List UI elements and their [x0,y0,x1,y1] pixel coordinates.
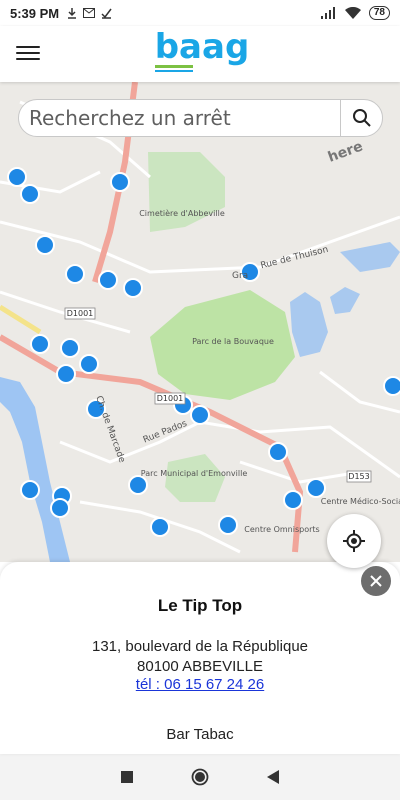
battery-indicator: 78 [368,6,390,20]
search-input[interactable] [19,100,340,136]
download-icon [68,7,77,19]
here-logo: here [326,138,365,165]
stop-name: Le Tip Top [157,596,243,615]
system-nav-bar [0,754,400,800]
check-icon [101,8,112,19]
close-icon [370,575,382,587]
notification-icons [67,7,112,19]
baag-logo: baag [155,28,250,72]
back-button[interactable] [263,767,283,787]
address-line-2: 80100 ABBEVILLE [137,658,263,675]
map-view[interactable]: Cimetière d'Abbeville Parc de la Bouvaqu… [0,82,400,562]
square-icon [120,771,133,783]
phone-link[interactable]: tél : 06 15 67 24 26 [0,676,400,693]
app-header: baag [0,26,400,82]
signal-icon [320,7,335,19]
close-button[interactable] [361,566,391,596]
stop-details-card: Le Tip Top 131, boulevard de la Républiq… [0,562,400,754]
map-canvas: Cimetière d'Abbeville Parc de la Bouvaqu… [0,82,400,562]
home-button[interactable] [190,767,210,787]
recents-button[interactable] [117,767,137,787]
map-label-parc-bouvaque: Parc de la Bouvaque [192,337,274,346]
hamburger-menu-icon[interactable] [16,42,40,64]
circle-icon [191,768,209,786]
map-label-parc-emonville: Parc Municipal d'Emonville [141,469,248,478]
locate-button[interactable] [327,514,381,568]
map-label-centre-omnisports: Centre Omnisports [244,525,319,534]
status-time: 5:39 PM [10,5,60,21]
triangle-back-icon [267,770,280,784]
search-icon [352,109,371,127]
gmail-icon [83,8,96,18]
logo-text: baag [155,28,250,67]
map-label-cimetiere: Cimetière d'Abbeville [139,208,225,218]
stop-search-bar [18,99,383,137]
address-line-1: 131, boulevard de la République [92,638,308,655]
map-label-marcade: Ch. de Marcade [93,395,127,465]
map-label-centre-medico: Centre Médico-Social [321,496,400,506]
status-bar: 5:39 PM 78 [0,0,400,26]
road-shield-d153: D153 [348,472,369,481]
locate-icon [343,530,365,552]
map-label-rue-thuison: Rue de Thuison [260,245,330,271]
road-shield-d1001-b: D1001 [157,394,184,403]
road-shield-d1001: D1001 [67,309,94,318]
place-category: Bar Tabac [166,726,234,743]
search-button[interactable] [340,99,382,137]
map-label-gra: Gra [232,271,248,281]
wifi-icon [344,7,361,19]
stop-address: 131, boulevard de la République 80100 AB… [0,637,400,677]
